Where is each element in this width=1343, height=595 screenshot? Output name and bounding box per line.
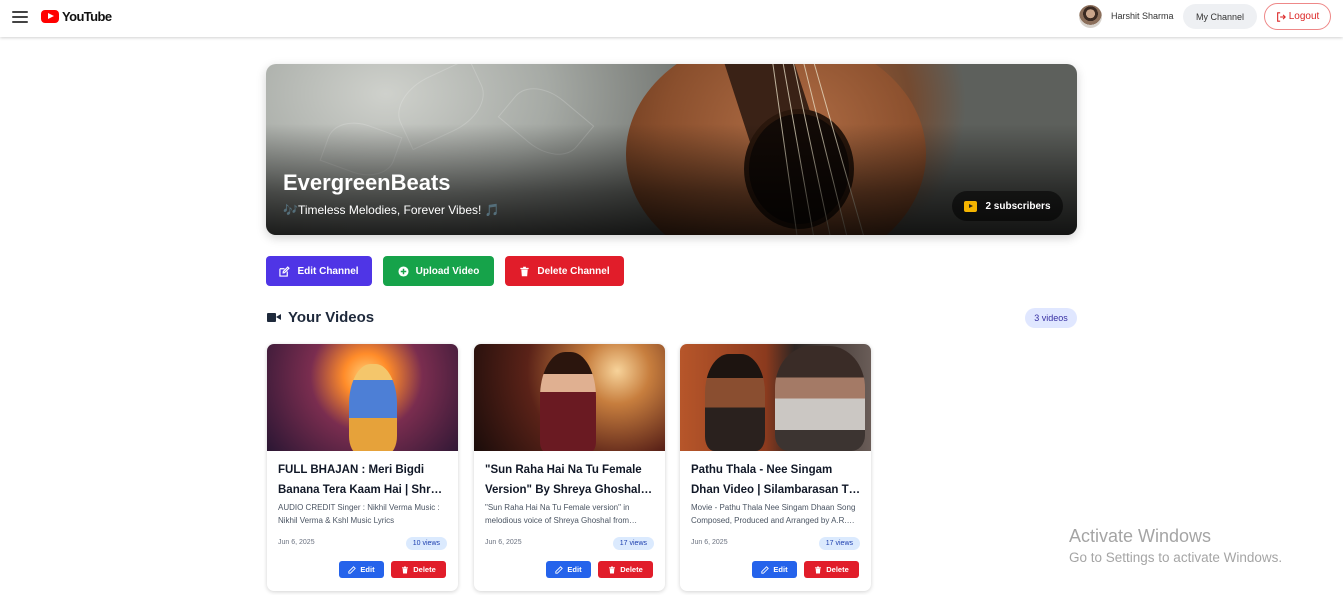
my-channel-button[interactable]: My Channel — [1183, 4, 1257, 29]
youtube-play-icon — [41, 10, 59, 23]
pencil-icon — [555, 565, 564, 574]
pencil-icon — [348, 565, 357, 574]
video-title[interactable]: "Sun Raha Hai Na Tu Female Version" By S… — [485, 461, 655, 500]
delete-channel-label: Delete Channel — [537, 265, 610, 277]
views-badge: 10 views — [405, 537, 447, 550]
user-avatar[interactable] — [1079, 5, 1102, 28]
logout-label: Logout — [1288, 11, 1320, 22]
trash-icon — [815, 566, 822, 573]
hamburger-icon[interactable] — [12, 11, 28, 23]
edit-video-button[interactable]: Edit — [339, 561, 384, 578]
edit-video-button[interactable]: Edit — [546, 561, 591, 578]
delete-video-label: Delete — [413, 565, 436, 574]
edit-icon — [279, 265, 291, 277]
channel-tagline: 🎶Timeless Melodies, Forever Vibes! 🎵 — [283, 203, 500, 217]
edit-video-label: Edit — [773, 565, 788, 574]
views-badge: 17 views — [612, 537, 654, 550]
video-title[interactable]: Pathu Thala - Nee Singam Dhan Video | Si… — [691, 461, 861, 500]
your-videos-title: Your Videos — [288, 309, 375, 326]
delete-video-label: Delete — [620, 565, 643, 574]
video-date: Jun 6, 2025 — [691, 539, 728, 546]
activate-windows-title: Activate Windows — [1069, 526, 1212, 546]
your-videos-heading: Your Videos — [267, 309, 374, 326]
video-description: AUDIO CREDIT Singer : Nikhil Verma Music… — [278, 503, 440, 525]
video-date: Jun 6, 2025 — [278, 539, 315, 546]
edit-channel-label: Edit Channel — [297, 265, 359, 277]
trash-icon — [402, 566, 409, 573]
edit-channel-button[interactable]: Edit Channel — [266, 256, 372, 286]
video-thumbnail[interactable] — [267, 344, 458, 451]
top-navbar: YouTube Harshit Sharma My Channel Logout — [0, 0, 1343, 37]
logout-icon — [1276, 11, 1286, 22]
delete-video-button[interactable]: Delete — [391, 561, 446, 578]
video-thumbnail[interactable] — [680, 344, 871, 451]
video-count-badge: 3 videos — [1025, 308, 1077, 328]
views-badge: 17 views — [818, 537, 860, 550]
delete-video-label: Delete — [826, 565, 849, 574]
logo-text: YouTube — [62, 9, 112, 24]
video-date: Jun 6, 2025 — [485, 539, 522, 546]
channel-banner: EvergreenBeats 🎶Timeless Melodies, Forev… — [266, 64, 1077, 235]
activate-windows-subtitle: Go to Settings to activate Windows. — [1069, 550, 1283, 565]
subscriber-count: 2 subscribers — [952, 191, 1063, 221]
pencil-icon — [761, 565, 770, 574]
plus-circle-icon — [398, 265, 409, 277]
user-name: Harshit Sharma — [1111, 11, 1174, 21]
video-description: "Sun Raha Hai Na Tu Female version" in m… — [485, 503, 630, 525]
subscriptions-icon — [964, 200, 978, 212]
video-title[interactable]: FULL BHAJAN : Meri Bigdi Banana Tera Kaa… — [278, 461, 448, 500]
subscriber-count-label: 2 subscribers — [985, 200, 1051, 212]
video-camera-icon — [267, 312, 281, 323]
edit-video-label: Edit — [360, 565, 375, 574]
trash-icon — [609, 566, 616, 573]
video-card[interactable]: Pathu Thala - Nee Singam Dhan Video | Si… — [680, 344, 871, 591]
delete-video-button[interactable]: Delete — [804, 561, 859, 578]
upload-video-button[interactable]: Upload Video — [383, 256, 494, 286]
upload-video-label: Upload Video — [415, 265, 480, 277]
video-description: Movie - Pathu Thala Nee Singam Dhaan Son… — [691, 503, 856, 525]
youtube-logo[interactable]: YouTube — [41, 9, 112, 24]
delete-channel-button[interactable]: Delete Channel — [505, 256, 624, 286]
video-card[interactable]: FULL BHAJAN : Meri Bigdi Banana Tera Kaa… — [267, 344, 458, 591]
trash-icon — [520, 266, 529, 276]
logout-button[interactable]: Logout — [1264, 3, 1331, 30]
video-thumbnail[interactable] — [474, 344, 665, 451]
video-card[interactable]: "Sun Raha Hai Na Tu Female Version" By S… — [474, 344, 665, 591]
channel-name: EvergreenBeats — [283, 170, 451, 195]
delete-video-button[interactable]: Delete — [598, 561, 653, 578]
edit-video-label: Edit — [567, 565, 582, 574]
edit-video-button[interactable]: Edit — [752, 561, 797, 578]
